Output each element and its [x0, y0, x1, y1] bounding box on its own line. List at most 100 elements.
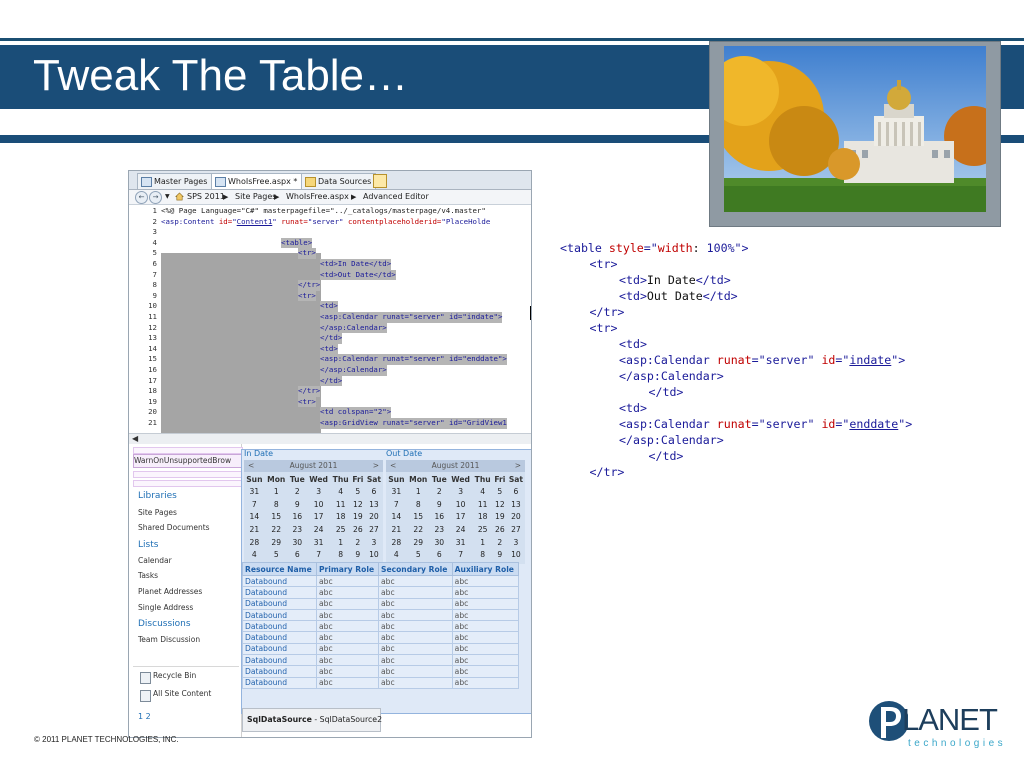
- calendar-day[interactable]: 14: [244, 510, 265, 523]
- calendar-day[interactable]: 10: [307, 498, 331, 511]
- calendar-day[interactable]: 9: [430, 498, 449, 511]
- calendar-day[interactable]: 5: [265, 548, 288, 561]
- calendar-day[interactable]: 6: [507, 485, 525, 498]
- calendar-day[interactable]: 28: [244, 536, 265, 549]
- scroll-left-icon[interactable]: ◀: [132, 434, 138, 444]
- calendar-day[interactable]: 15: [265, 510, 288, 523]
- calendar-day[interactable]: 9: [288, 498, 307, 511]
- calendar-day[interactable]: 28: [386, 536, 407, 549]
- calendar-day[interactable]: 16: [288, 510, 307, 523]
- calendar-day[interactable]: 31: [386, 485, 407, 498]
- calendar-day[interactable]: 17: [307, 510, 331, 523]
- calendar-day[interactable]: 30: [288, 536, 307, 549]
- calendar-day[interactable]: 11: [331, 498, 351, 511]
- breadcrumb-item[interactable]: Advanced Editor: [363, 190, 429, 204]
- calendar-day[interactable]: 3: [307, 485, 331, 498]
- calendar-day[interactable]: 13: [507, 498, 525, 511]
- code-view[interactable]: 1 <%@ Page Language="C#" masterpagefile="…: [129, 205, 531, 437]
- quick-launch-item[interactable]: Shared Documents: [138, 523, 210, 532]
- calendar-day[interactable]: 21: [244, 523, 265, 536]
- prev-month-button[interactable]: <: [390, 460, 396, 472]
- warn-unsupported-browser-control[interactable]: WarnOnUnsupportedBrow: [133, 454, 243, 468]
- horizontal-scrollbar[interactable]: ◀: [129, 433, 531, 444]
- calendar-day[interactable]: 1: [265, 485, 288, 498]
- quick-launch-item[interactable]: Team Discussion: [138, 635, 200, 644]
- design-view[interactable]: WarnOnUnsupportedBrow Libraries Site Page…: [129, 444, 531, 737]
- calendar-day[interactable]: 29: [407, 536, 430, 549]
- calendar-day[interactable]: 25: [331, 523, 351, 536]
- calendar-day[interactable]: 8: [407, 498, 430, 511]
- calendar-day[interactable]: 12: [493, 498, 507, 511]
- calendar-day[interactable]: 30: [430, 536, 449, 549]
- calendar-day[interactable]: 5: [493, 485, 507, 498]
- breadcrumb-item[interactable]: SPS 2011: [187, 190, 225, 204]
- recycle-bin-link[interactable]: Recycle Bin: [153, 671, 196, 680]
- calendar-day[interactable]: 23: [430, 523, 449, 536]
- calendar-day[interactable]: 25: [473, 523, 493, 536]
- calendar-day[interactable]: 8: [331, 548, 351, 561]
- calendar-day[interactable]: 20: [507, 510, 525, 523]
- calendar-day[interactable]: 18: [331, 510, 351, 523]
- calendar-day[interactable]: 4: [473, 485, 493, 498]
- calendar-day[interactable]: 31: [244, 485, 265, 498]
- calendar-day[interactable]: 6: [365, 485, 383, 498]
- quick-launch-item[interactable]: Tasks: [138, 571, 158, 580]
- calendar-day[interactable]: 10: [449, 498, 473, 511]
- calendar-day[interactable]: 14: [386, 510, 407, 523]
- calendar-day[interactable]: 2: [288, 485, 307, 498]
- calendar-day[interactable]: 27: [507, 523, 525, 536]
- calendar-day[interactable]: 7: [307, 548, 331, 561]
- quick-launch-item[interactable]: Single Address: [138, 603, 193, 612]
- calendar-day[interactable]: 13: [365, 498, 383, 511]
- calendar-day[interactable]: 21: [386, 523, 407, 536]
- all-site-content-link[interactable]: All Site Content: [153, 689, 211, 698]
- quick-launch-item[interactable]: Site Pages: [138, 508, 177, 517]
- calendar-day[interactable]: 15: [407, 510, 430, 523]
- calendar-day[interactable]: 22: [265, 523, 288, 536]
- calendar-day[interactable]: 6: [288, 548, 307, 561]
- calendar-day[interactable]: 26: [351, 523, 365, 536]
- new-tab-icon[interactable]: [373, 174, 387, 188]
- calendar-day[interactable]: 6: [430, 548, 449, 561]
- tab-master-pages[interactable]: Master Pages: [137, 173, 213, 189]
- calendar-day[interactable]: 19: [493, 510, 507, 523]
- prev-month-button[interactable]: <: [248, 460, 254, 472]
- calendar-day[interactable]: 11: [473, 498, 493, 511]
- calendar-day[interactable]: 5: [351, 485, 365, 498]
- calendar-day[interactable]: 16: [430, 510, 449, 523]
- calendar-day[interactable]: 7: [449, 548, 473, 561]
- calendar-day[interactable]: 3: [365, 536, 383, 549]
- tab-whoisfree-aspx[interactable]: WhoIsFree.aspx *: [211, 173, 303, 189]
- tab-data-sources[interactable]: Data Sources: [301, 173, 377, 189]
- calendar-day[interactable]: 2: [493, 536, 507, 549]
- calendar-day[interactable]: 22: [407, 523, 430, 536]
- calendar-day[interactable]: 3: [507, 536, 525, 549]
- quick-launch-heading[interactable]: Discussions: [138, 619, 191, 629]
- quick-launch-heading[interactable]: Libraries: [138, 491, 177, 501]
- calendar-day[interactable]: 26: [493, 523, 507, 536]
- grid-pager[interactable]: 1 2: [138, 712, 151, 721]
- calendar-day[interactable]: 1: [473, 536, 493, 549]
- next-month-button[interactable]: >: [373, 460, 379, 472]
- calendar-day[interactable]: 9: [493, 548, 507, 561]
- quick-launch-item[interactable]: Calendar: [138, 556, 172, 565]
- calendar-day[interactable]: 2: [430, 485, 449, 498]
- calendar-day[interactable]: 1: [331, 536, 351, 549]
- calendar-day[interactable]: 31: [449, 536, 473, 549]
- calendar-day[interactable]: 18: [473, 510, 493, 523]
- calendar-day[interactable]: 10: [507, 548, 525, 561]
- calendar-day[interactable]: 4: [244, 548, 265, 561]
- calendar-day[interactable]: 4: [331, 485, 351, 498]
- calendar-day[interactable]: 7: [244, 498, 265, 511]
- calendar-day[interactable]: 24: [307, 523, 331, 536]
- calendar-day[interactable]: 7: [386, 498, 407, 511]
- calendar-day[interactable]: 3: [449, 485, 473, 498]
- calendar-day[interactable]: 31: [307, 536, 331, 549]
- quick-launch-item[interactable]: Planet Addresses: [138, 587, 202, 596]
- calendar-day[interactable]: 27: [365, 523, 383, 536]
- calendar-day[interactable]: 5: [407, 548, 430, 561]
- calendar-day[interactable]: 29: [265, 536, 288, 549]
- gridview[interactable]: Resource Name Primary Role Secondary Role A…: [242, 562, 520, 689]
- calendar-day[interactable]: 2: [351, 536, 365, 549]
- enddate-calendar[interactable]: August 2011 < > Sun Mon Tue Wed Thu Fri Sat 31 1 2 3 4…: [386, 460, 525, 564]
